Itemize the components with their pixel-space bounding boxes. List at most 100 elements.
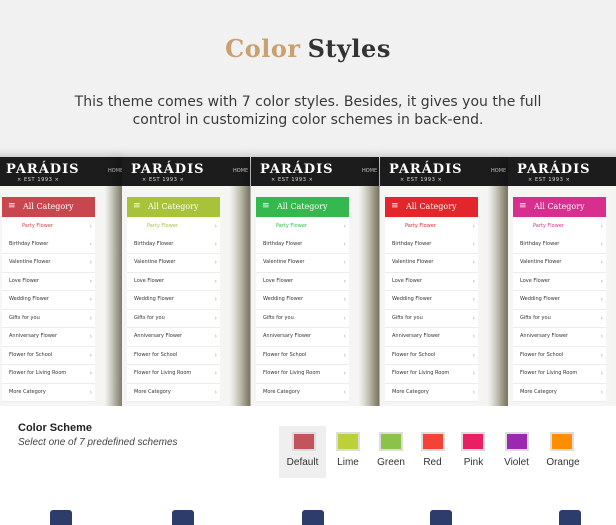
category-item[interactable]: More Category › xyxy=(385,384,478,402)
logo-tagline: × EST 1993 × xyxy=(142,177,185,183)
category-item[interactable]: Party Flower › xyxy=(385,218,478,236)
category-item-label: More Category xyxy=(392,388,429,395)
category-item[interactable]: Flower for School › xyxy=(385,347,478,365)
category-item[interactable]: Flower for School › xyxy=(256,347,349,365)
color-swatch xyxy=(505,432,529,451)
category-item[interactable]: Flower for School › xyxy=(513,347,606,365)
category-item[interactable]: Flower for School › xyxy=(2,347,95,365)
category-item[interactable]: Party Flower › xyxy=(127,218,220,236)
category-item-label: Anniversary Flower xyxy=(263,333,312,339)
category-item-label: Flower for Living Room xyxy=(263,370,321,376)
category-item[interactable]: Gifts for you › xyxy=(385,310,478,328)
nav-home-link[interactable]: HOME xyxy=(362,168,377,174)
color-option-default[interactable]: Default xyxy=(279,426,326,478)
category-item[interactable]: Love Flower › xyxy=(2,273,95,291)
nav-home-link[interactable]: HOME xyxy=(108,168,123,174)
category-item[interactable]: Party Flower › xyxy=(256,218,349,236)
category-item[interactable]: Birthday Flower › xyxy=(385,236,478,254)
color-option-orange[interactable]: Orange xyxy=(540,426,586,478)
category-item[interactable]: Anniversary Flower › xyxy=(127,328,220,347)
category-item-label: Party Flower xyxy=(276,223,307,229)
category-item[interactable]: Anniversary Flower › xyxy=(2,328,95,347)
all-category-bar[interactable]: ≡ All Category xyxy=(256,197,349,217)
all-category-bar[interactable]: ≡ All Category xyxy=(2,197,95,217)
category-item[interactable]: Wedding Flower › xyxy=(127,291,220,310)
all-category-label: All Category xyxy=(534,202,585,211)
category-item[interactable]: Wedding Flower › xyxy=(256,291,349,310)
category-item[interactable]: Valentine Flower › xyxy=(513,254,606,273)
category-item-label: Valentine Flower xyxy=(392,259,434,265)
category-item[interactable]: Wedding Flower › xyxy=(385,291,478,310)
category-item[interactable]: Gifts for you › xyxy=(127,310,220,328)
chevron-right-icon: › xyxy=(343,277,346,285)
category-item-label: Valentine Flower xyxy=(134,259,176,265)
category-item[interactable]: Valentine Flower › xyxy=(256,254,349,273)
color-option-red[interactable]: Red xyxy=(415,426,450,478)
category-item[interactable]: Gifts for you › xyxy=(2,310,95,328)
category-item[interactable]: More Category › xyxy=(2,384,95,402)
category-item[interactable]: Love Flower › xyxy=(127,273,220,291)
category-item[interactable]: Valentine Flower › xyxy=(2,254,95,273)
color-option-lime[interactable]: Lime xyxy=(330,426,366,478)
category-item[interactable]: Love Flower › xyxy=(256,273,349,291)
category-item[interactable]: Birthday Flower › xyxy=(513,236,606,254)
color-scheme-title: Color Scheme xyxy=(18,422,92,434)
nav-home-link[interactable]: HOME xyxy=(233,168,248,174)
color-option-label: Violet xyxy=(504,457,529,468)
nav-home-link[interactable]: HOME xyxy=(491,168,506,174)
category-item[interactable]: Anniversary Flower › xyxy=(513,328,606,347)
category-item-label: Gifts for you xyxy=(392,314,423,321)
color-swatch xyxy=(336,432,360,451)
category-item[interactable]: Flower for Living Room › xyxy=(2,365,95,384)
description-line-2: control in customizing color schemes in … xyxy=(132,112,484,128)
all-category-bar[interactable]: ≡ All Category xyxy=(127,197,220,217)
product-image xyxy=(172,510,194,525)
chevron-right-icon: › xyxy=(89,240,92,248)
category-item[interactable]: More Category › xyxy=(513,384,606,402)
category-item[interactable]: Wedding Flower › xyxy=(2,291,95,310)
color-swatch xyxy=(421,432,445,451)
category-item-label: Party Flower xyxy=(147,223,178,229)
chevron-right-icon: › xyxy=(89,296,92,303)
all-category-label: All Category xyxy=(23,202,74,211)
all-category-bar[interactable]: ≡ All Category xyxy=(513,197,606,217)
category-item[interactable]: Gifts for you › xyxy=(513,310,606,328)
category-item[interactable]: Flower for Living Room › xyxy=(385,365,478,384)
chevron-right-icon: › xyxy=(472,370,475,377)
color-option-label: Lime xyxy=(337,457,359,468)
chevron-right-icon: › xyxy=(343,314,346,322)
color-option-label: Pink xyxy=(463,457,484,468)
color-swatch xyxy=(550,432,574,451)
category-item[interactable]: Flower for Living Room › xyxy=(127,365,220,384)
category-item-label: Flower for Living Room xyxy=(520,370,578,376)
all-category-bar[interactable]: ≡ All Category xyxy=(385,197,478,217)
category-item-label: Wedding Flower xyxy=(263,296,303,302)
category-item[interactable]: Valentine Flower › xyxy=(127,254,220,273)
category-item[interactable]: Flower for Living Room › xyxy=(256,365,349,384)
category-item[interactable]: Gifts for you › xyxy=(256,310,349,328)
category-item[interactable]: Love Flower › xyxy=(385,273,478,291)
category-item[interactable]: Birthday Flower › xyxy=(2,236,95,254)
category-item[interactable]: More Category › xyxy=(127,384,220,402)
category-item[interactable]: Anniversary Flower › xyxy=(256,328,349,347)
category-item[interactable]: Wedding Flower › xyxy=(513,291,606,310)
color-option-violet[interactable]: Violet xyxy=(496,426,537,478)
chevron-right-icon: › xyxy=(472,351,475,359)
category-item[interactable]: Party Flower › xyxy=(2,218,95,236)
category-item[interactable]: Love Flower › xyxy=(513,273,606,291)
category-item[interactable]: Birthday Flower › xyxy=(256,236,349,254)
category-item-label: More Category xyxy=(134,388,171,395)
color-option-pink[interactable]: Pink xyxy=(455,426,492,478)
category-item[interactable]: Valentine Flower › xyxy=(385,254,478,273)
chevron-right-icon: › xyxy=(89,333,92,340)
category-item[interactable]: Flower for Living Room › xyxy=(513,365,606,384)
category-item[interactable]: Flower for School › xyxy=(127,347,220,365)
category-list: Party Flower › Birthday Flower › Valentine F… xyxy=(127,218,220,402)
category-item[interactable]: More Category › xyxy=(256,384,349,402)
category-item[interactable]: Anniversary Flower › xyxy=(385,328,478,347)
category-item[interactable]: Birthday Flower › xyxy=(127,236,220,254)
color-option-green[interactable]: Green xyxy=(371,426,411,478)
chevron-right-icon: › xyxy=(600,296,603,303)
all-category-label: All Category xyxy=(406,202,457,211)
category-item[interactable]: Party Flower › xyxy=(513,218,606,236)
